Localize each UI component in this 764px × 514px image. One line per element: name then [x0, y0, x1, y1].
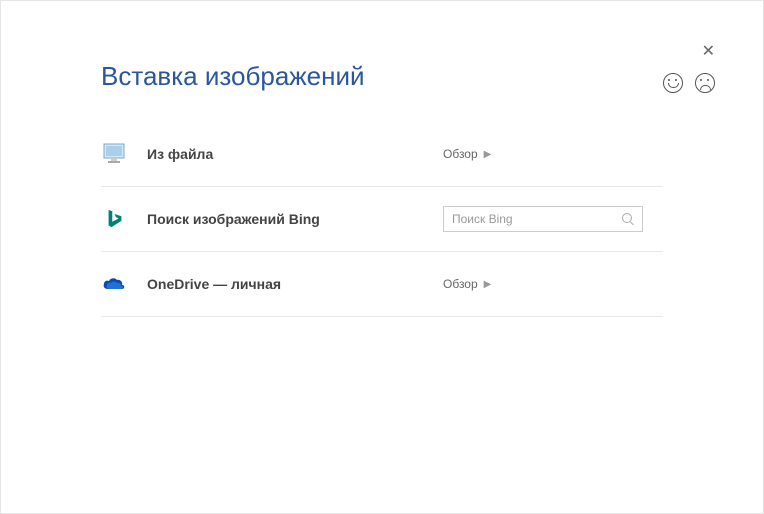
chevron-right-icon: ▶ [484, 149, 492, 160]
dialog-title: Вставка изображений [101, 61, 723, 92]
close-button[interactable]: ✕ [702, 41, 715, 61]
onedrive-icon [101, 270, 129, 298]
options-list: Из файла Обзор ▶ Поиск изображений Bing [101, 122, 663, 317]
option-label: Поиск изображений Bing [147, 211, 443, 227]
bing-search-box[interactable] [443, 206, 643, 232]
chevron-right-icon: ▶ [484, 279, 492, 290]
bing-icon [101, 205, 129, 233]
bing-search-input[interactable] [452, 212, 622, 226]
option-label: OneDrive — личная [147, 276, 443, 292]
feedback-happy-icon[interactable] [663, 73, 683, 93]
insert-pictures-dialog: ✕ Вставка изображений Из файла Обзор ▶ [1, 1, 763, 513]
feedback-sad-icon[interactable] [695, 73, 715, 93]
feedback-container [663, 73, 715, 93]
search-icon[interactable] [622, 213, 634, 225]
browse-file-link[interactable]: Обзор ▶ [443, 147, 491, 161]
browse-onedrive-link[interactable]: Обзор ▶ [443, 277, 491, 291]
computer-icon [101, 140, 129, 168]
close-icon: ✕ [702, 43, 715, 60]
option-bing-search[interactable]: Поиск изображений Bing [101, 187, 663, 252]
option-label: Из файла [147, 146, 443, 162]
option-from-file[interactable]: Из файла Обзор ▶ [101, 122, 663, 187]
option-onedrive[interactable]: OneDrive — личная Обзор ▶ [101, 252, 663, 317]
